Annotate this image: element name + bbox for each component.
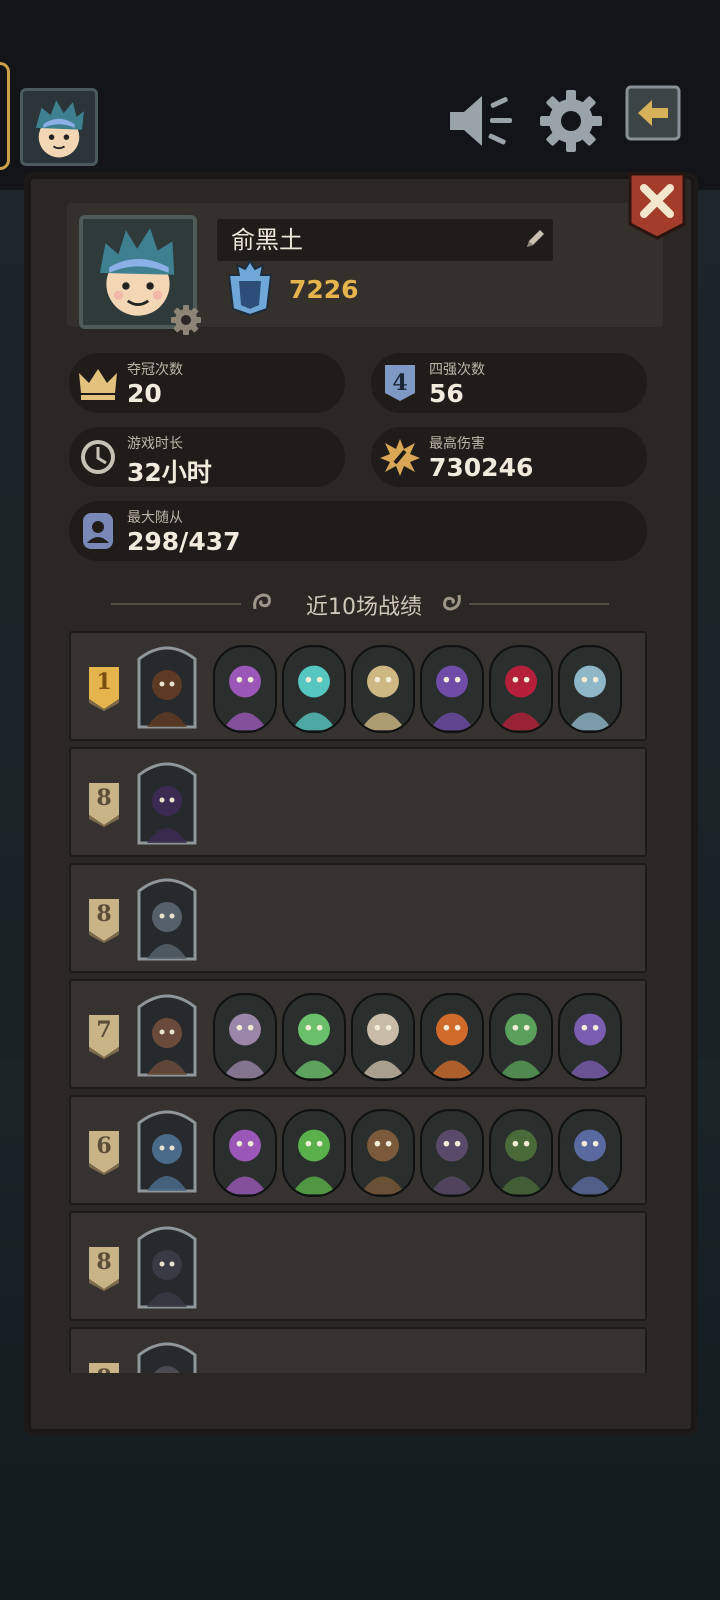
unit-icon[interactable] [558, 1109, 622, 1197]
player-avatar-button[interactable] [20, 88, 98, 166]
clock-icon [81, 440, 115, 474]
unit-icon[interactable] [351, 1109, 415, 1197]
record-row[interactable]: 8 [69, 863, 647, 973]
hero-portrait[interactable] [135, 873, 199, 965]
unit-icon[interactable] [420, 993, 484, 1081]
follower-icon [83, 513, 113, 549]
stat-label: 夺冠次数 [127, 362, 183, 378]
rank-number: 1 [96, 669, 112, 695]
rank-badge: 8 [87, 1361, 121, 1373]
player-name: 俞黑土 [231, 226, 303, 254]
unit-icon[interactable] [420, 645, 484, 733]
gear-icon [171, 305, 201, 335]
rank-badge: 8 [87, 897, 121, 943]
side-panel-tab[interactable] [0, 62, 10, 170]
stat-playtime: 游戏时长 32小时 [69, 427, 345, 487]
crown-icon [79, 369, 117, 400]
unit-icon[interactable] [282, 1109, 346, 1197]
unit-icon[interactable] [558, 645, 622, 733]
stat-championships: 夺冠次数 20 [69, 353, 345, 413]
unit-icon[interactable] [420, 1109, 484, 1197]
unit-icon[interactable] [213, 1109, 277, 1197]
avatar-settings-button[interactable] [169, 303, 203, 337]
stat-value: 298/437 [127, 527, 241, 556]
hero-portrait[interactable] [135, 641, 199, 733]
unit-icon[interactable] [282, 993, 346, 1081]
stat-value: 730246 [429, 453, 534, 482]
rank-badge: 6 [87, 1129, 121, 1175]
record-row[interactable]: 1 [69, 631, 647, 741]
rank-number: 8 [96, 1249, 112, 1275]
trophy-icon [225, 259, 275, 317]
stat-label: 最大随从 [127, 510, 183, 526]
damage-burst-icon [380, 439, 420, 476]
stat-top4: 4 四强次数 56 [371, 353, 647, 413]
top-background [0, 0, 720, 190]
unit-icon[interactable] [489, 993, 553, 1081]
records-title: 近10场战绩 [306, 595, 422, 620]
records-list[interactable]: 1 8 8 7 6 8 8 [69, 631, 647, 1373]
settings-button[interactable] [536, 86, 606, 156]
rank-number: 8 [87, 1365, 121, 1373]
stat-label: 最高伤害 [429, 436, 485, 452]
unit-icon[interactable] [213, 645, 277, 733]
swirl-icon [443, 594, 461, 611]
unit-icon[interactable] [213, 993, 277, 1081]
rank-number: 7 [96, 1017, 112, 1043]
stat-label: 四强次数 [429, 362, 485, 378]
unit-icon[interactable] [351, 645, 415, 733]
stat-value: 32小时 [127, 458, 212, 487]
record-row[interactable]: 8 [69, 1327, 647, 1373]
stat-label: 游戏时长 [127, 436, 183, 452]
pencil-icon [527, 230, 544, 247]
stat-max-followers: 最大随从 298/437 [69, 501, 647, 561]
unit-icon[interactable] [558, 993, 622, 1081]
rank-badge: 1 [87, 665, 121, 711]
unit-icon[interactable] [282, 645, 346, 733]
unit-icon[interactable] [489, 1109, 553, 1197]
sound-button[interactable] [446, 86, 516, 156]
stat-value: 56 [429, 379, 464, 408]
rank-number: 8 [96, 785, 112, 811]
record-row[interactable]: 8 [69, 1211, 647, 1321]
close-icon [628, 172, 686, 240]
gear-icon [540, 90, 602, 152]
unit-icon[interactable] [489, 645, 553, 733]
hero-portrait[interactable] [135, 1105, 199, 1197]
record-row[interactable]: 8 [69, 747, 647, 857]
stat-max-damage: 最高伤害 730246 [371, 427, 647, 487]
exit-button[interactable] [624, 84, 682, 142]
trophy-count: 7226 [289, 275, 359, 304]
exit-icon [625, 85, 681, 141]
player-profile-panel: 俞黑土 7226 夺冠次数 20 4 四强次数 56 游戏时长 32小时 最高伤… [28, 176, 694, 1432]
stat-value: 20 [127, 379, 162, 408]
hero-portrait[interactable] [135, 1337, 199, 1373]
hero-portrait[interactable] [135, 1221, 199, 1313]
edit-name-button[interactable] [523, 227, 547, 251]
rank-badge: 8 [87, 1245, 121, 1291]
record-row[interactable]: 6 [69, 1095, 647, 1205]
recent-records-header: 近10场战绩 [31, 583, 697, 623]
unit-icon[interactable] [351, 993, 415, 1081]
avatar-icon [35, 100, 84, 158]
close-button[interactable] [626, 172, 688, 242]
svg-text:4: 4 [392, 370, 407, 396]
rank-badge: 7 [87, 1013, 121, 1059]
rank-badge-icon: 4 [385, 365, 415, 401]
rank-badge: 8 [87, 781, 121, 827]
divider [469, 603, 609, 605]
rank-number: 8 [96, 901, 112, 927]
record-row[interactable]: 7 [69, 979, 647, 1089]
speaker-icon [450, 96, 512, 146]
hero-portrait[interactable] [135, 757, 199, 849]
hero-portrait[interactable] [135, 989, 199, 1081]
rank-number: 6 [96, 1133, 112, 1159]
